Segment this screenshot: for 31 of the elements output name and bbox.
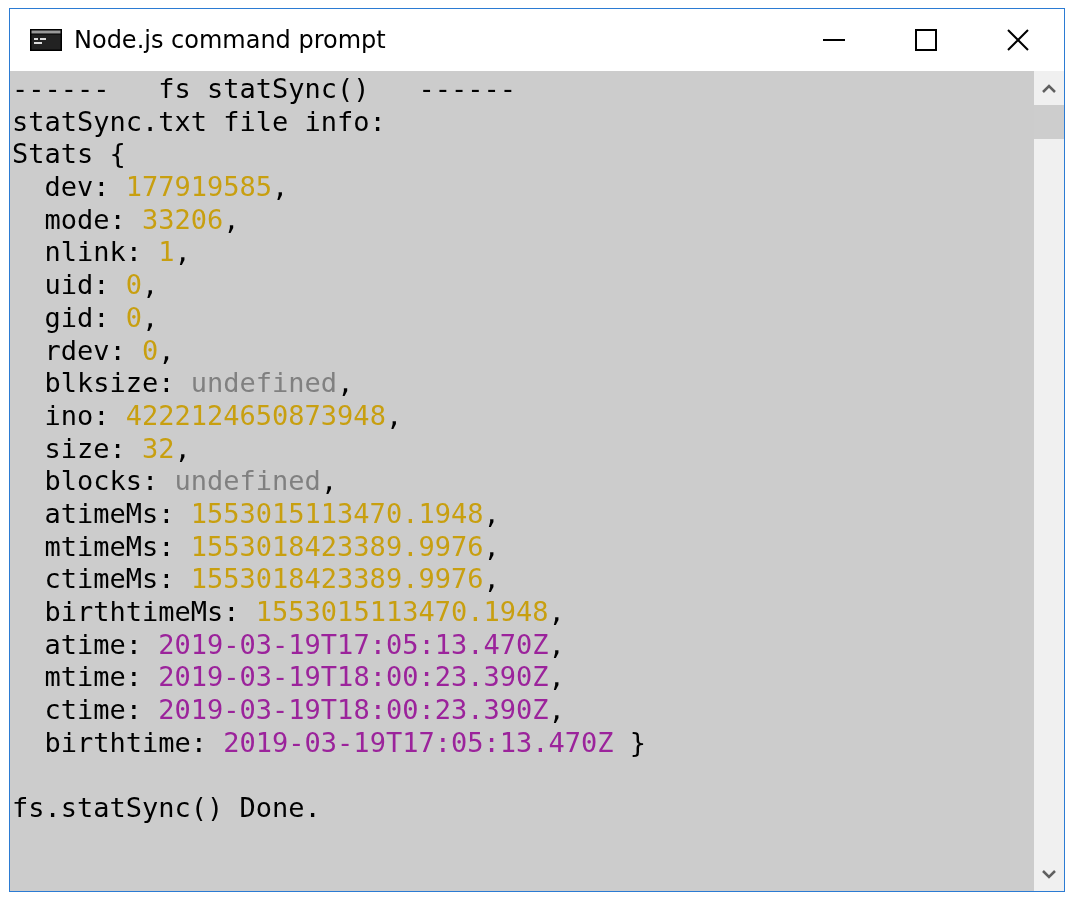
window-title: Node.js command prompt (74, 26, 387, 54)
console-line: mode: 33206, (43, 203, 240, 237)
chevron-up-icon (1042, 83, 1056, 93)
maximize-icon (915, 29, 937, 51)
console-line: birthtimeMs: 1553015113470.1948, (43, 596, 565, 629)
console-line: birthtime: 2019-03-19T17:05:13.470Z } (43, 726, 646, 760)
console-line: size: 32, (43, 432, 191, 466)
console-line: Stats { (12, 138, 126, 172)
console-line: fs.statSync() Done. (12, 792, 321, 825)
console-line: atimeMs: 1553015113470.1948, (43, 497, 500, 531)
console-line: blocks: undefined, (43, 465, 338, 498)
console-line: nlink: 1, (43, 236, 191, 270)
console-app-icon (30, 29, 62, 51)
console-line: blksize: undefined, (43, 367, 354, 400)
console-line: statSync.txt file info: (12, 105, 386, 139)
console-line: ctimeMs: 1553018423389.9976, (43, 563, 500, 596)
console-line: rdev: 0, (43, 334, 175, 368)
console-line: dev: 177919585, (43, 171, 289, 204)
console-line: mtime: 2019-03-19T18:00:23.390Z, (43, 661, 565, 695)
console-line: ino: 4222124650873948, (43, 399, 403, 433)
close-icon (1007, 29, 1029, 51)
console-line: uid: 0, (43, 269, 159, 302)
console-line: mtimeMs: 1553018423389.9976, (43, 530, 500, 564)
console-line: atime: 2019-03-19T17:05:13.470Z, (43, 628, 565, 662)
chevron-down-icon (1042, 869, 1056, 879)
scrollbar-thumb[interactable] (1034, 105, 1064, 139)
console-line: ------ fs statSync() ------ (12, 73, 516, 106)
minimize-icon (823, 39, 845, 41)
vertical-scrollbar[interactable] (1034, 71, 1064, 891)
console-line: ctime: 2019-03-19T18:00:23.390Z, (43, 694, 565, 727)
console-line: gid: 0, (43, 301, 159, 335)
